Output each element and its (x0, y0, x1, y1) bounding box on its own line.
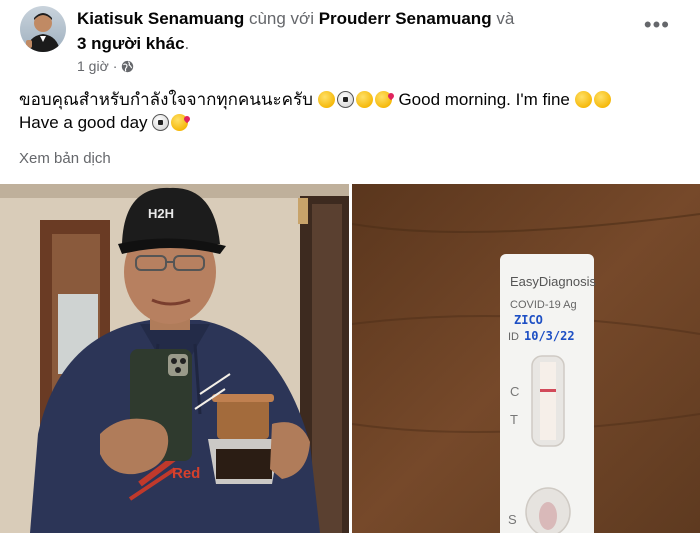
smiling-face-emoji-icon (574, 91, 592, 108)
post-line-1: ขอบคุณสำหรับกำลังใจจากทุกคนนะครับ Good m… (19, 88, 689, 111)
tagged-name[interactable]: Prouderr Senamuang (319, 9, 492, 28)
author-avatar[interactable] (20, 6, 66, 52)
author-name[interactable]: Kiatisuk Senamuang (77, 9, 244, 28)
face-blowing-kiss-emoji-icon (171, 114, 189, 131)
handwritten-date: 10/3/22 (524, 329, 575, 343)
and-word: và (496, 9, 515, 28)
face-blowing-kiss-emoji-icon (374, 91, 392, 108)
id-label: ID (508, 331, 519, 343)
hoodie-text: Red (172, 465, 200, 482)
photo-covid-test[interactable]: EasyDiagnosis COVID-19 Ag ZICO ID 10/3/2… (352, 184, 700, 533)
flexed-biceps-emoji-icon (593, 91, 611, 108)
cap-logo: H2H (148, 206, 174, 221)
post-meta: 1 giờ · (77, 58, 134, 74)
post-text-thai: ขอบคุณสำหรับกำลังใจจากทุกคนนะครับ (19, 90, 313, 109)
handwritten-name: ZICO (514, 313, 543, 327)
control-label: C (510, 384, 519, 399)
soccer-ball-emoji-icon (336, 91, 354, 108)
see-translation-link[interactable]: Xem bản dịch (19, 150, 111, 167)
sample-label: S (508, 512, 517, 527)
post-text-english-1: Good morning. I'm fine (398, 90, 570, 109)
post-header-line2: 3 người khác. (77, 33, 189, 54)
more-options-button[interactable]: ••• (644, 14, 670, 36)
meta-dot: · (112, 58, 118, 74)
post-time[interactable]: 1 giờ (77, 58, 109, 74)
post-text-english-2: Have a good day (19, 113, 148, 132)
post-line-2: Have a good day (19, 111, 689, 134)
post-header: Kiatisuk Senamuang cùng với Prouderr Sen… (77, 8, 514, 29)
test-label: T (510, 412, 518, 427)
post-body: ขอบคุณสำหรับกำลังใจจากทุกคนนะครับ Good m… (19, 88, 689, 134)
flexed-biceps-emoji-icon (317, 91, 335, 108)
globe-icon[interactable] (121, 60, 134, 73)
photo-selfie-coffee[interactable]: Red H2H (0, 184, 349, 533)
others-link[interactable]: 3 người khác (77, 34, 185, 53)
with-word: cùng với (248, 9, 314, 28)
header-period: . (184, 34, 190, 53)
test-brand: EasyDiagnosis (510, 274, 596, 289)
soccer-ball-emoji-icon (152, 114, 170, 131)
test-name: COVID-19 Ag (510, 299, 577, 311)
relieved-face-emoji-icon (355, 91, 373, 108)
